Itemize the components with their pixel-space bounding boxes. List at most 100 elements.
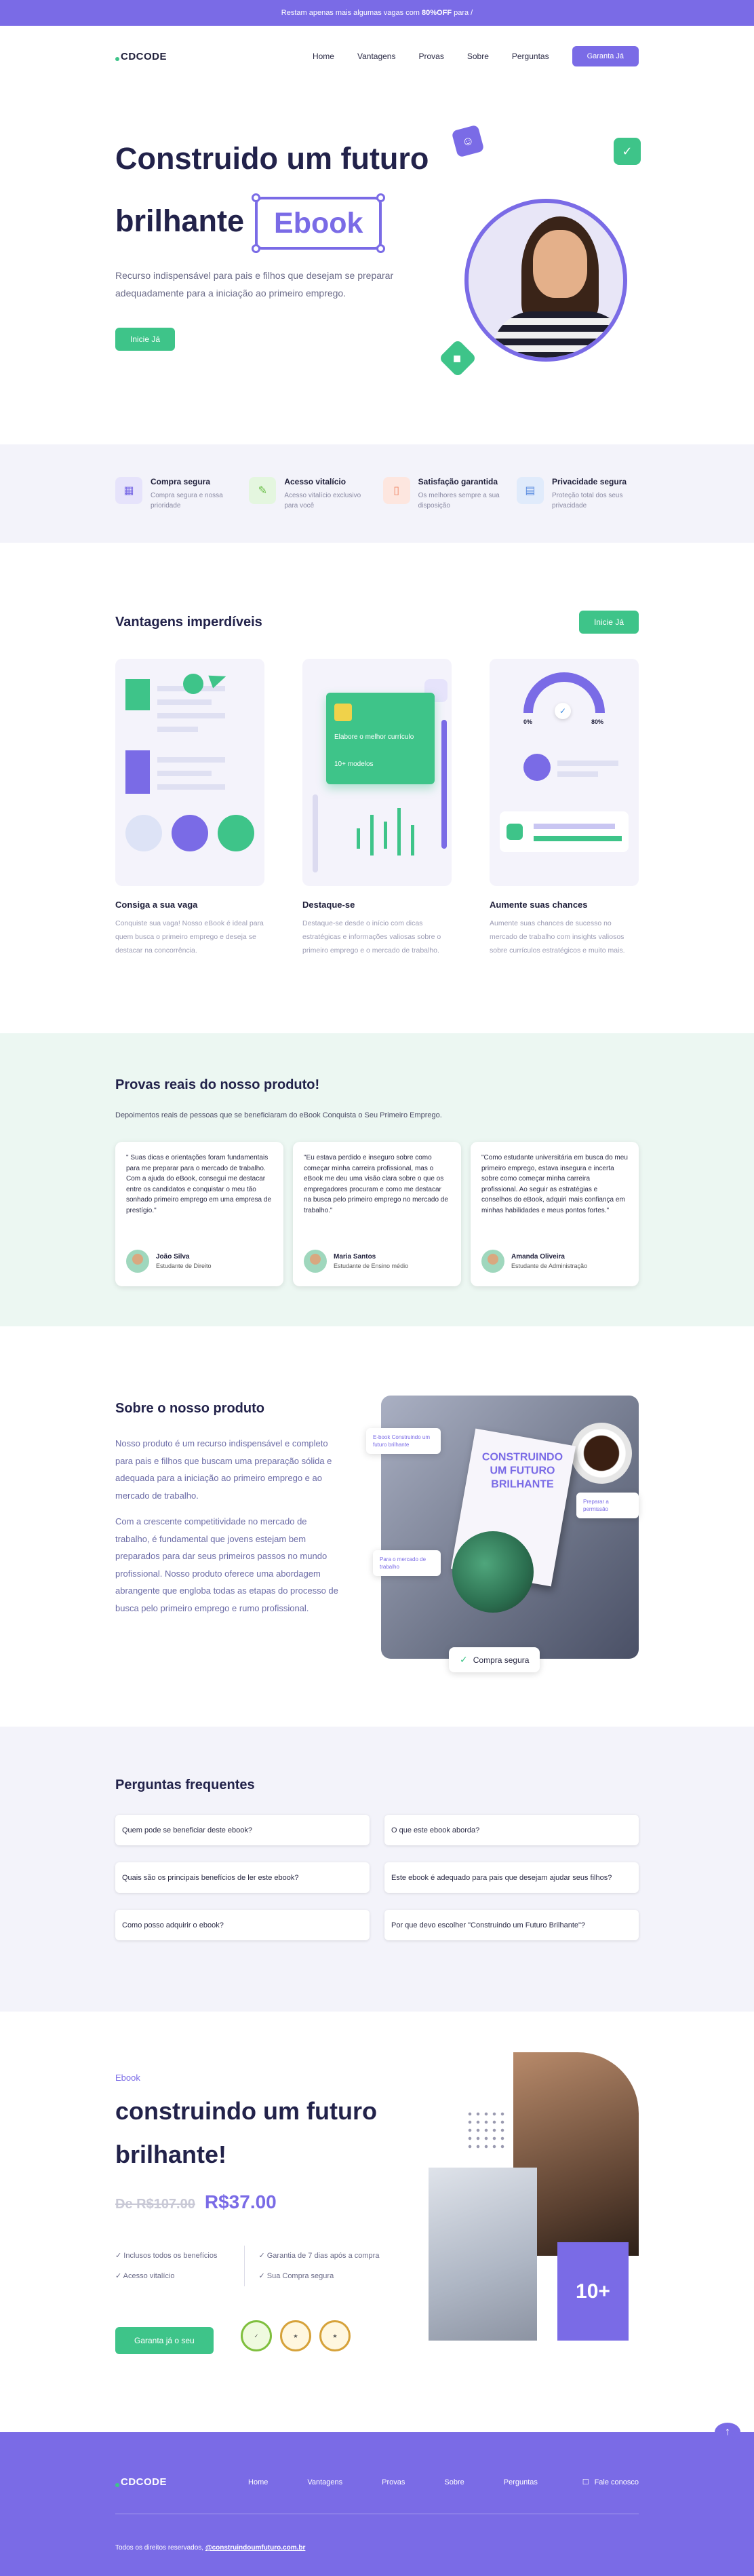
perk-item: ✓ Inclusos todos os benefícios (115, 2252, 218, 2260)
advantage-card: ✓ 0% 80% Aumente suas chances Aumente su… (490, 659, 639, 957)
faq-item[interactable]: Este ebook é adequado para pais que dese… (384, 1862, 639, 1893)
old-price: De R$107.00 (115, 2197, 195, 2212)
document-icon: ▯ (382, 476, 410, 504)
globe (452, 1531, 534, 1613)
nav-cta-button[interactable]: Garanta Já (572, 46, 639, 66)
advantage-illustration-1 (115, 659, 264, 886)
avatar (481, 1250, 504, 1273)
testimonials-title: Provas reais do nosso produto! (115, 1077, 320, 1092)
office-photo (429, 2168, 537, 2341)
feature-compra-segura: ▦ Compra segura Compra segura e nossa pri… (115, 476, 237, 511)
avatar (304, 1250, 327, 1273)
avatar (126, 1250, 149, 1273)
advantages-title: Vantagens imperdíveis (115, 614, 262, 630)
testimonials-section: Provas reais do nosso produto! Depoiment… (0, 1033, 754, 1326)
ten-plus-badge: 10+ (557, 2242, 629, 2341)
faq-item[interactable]: O que este ebook aborda? (384, 1815, 639, 1845)
faq-item[interactable]: Por que devo escolher "Construindo um Fu… (384, 1910, 639, 1940)
nav-perguntas[interactable]: Perguntas (512, 52, 549, 61)
price: De R$107.00 R$37.00 (115, 2191, 277, 2213)
about-section: Sobre o nosso produto Nosso produto é um… (115, 1326, 639, 1727)
testimonial-name: João Silva (156, 1253, 190, 1261)
testimonial-name: Maria Santos (334, 1253, 376, 1261)
testimonial-quote: "Eu estava perdido e inseguro sobre como… (304, 1154, 448, 1214)
testimonial-quote: " Suas dicas e orientações foram fundame… (126, 1154, 271, 1214)
scroll-top-icon[interactable]: ↑ (715, 2423, 740, 2442)
faq-item[interactable]: Quais são os principais benefícios de le… (115, 1862, 370, 1893)
perk-item: ✓ Garantia de 7 dias após a compra (258, 2252, 380, 2260)
footer-site-link[interactable]: @construindoumfuturo.com.br (205, 2544, 306, 2552)
footer-nav-home[interactable]: Home (248, 2478, 268, 2486)
secure-seal-icon: ★ (319, 2320, 351, 2351)
copyright: Todos os direitos reservados, @construin… (115, 2544, 306, 2552)
advantage-title: Destaque-se (302, 900, 355, 910)
nav-provas[interactable]: Provas (418, 52, 443, 61)
hero-image: ☺ ✓ ◆ (438, 124, 641, 399)
testimonial-quote: "Como estudante universitária em busca d… (481, 1154, 628, 1214)
hero-description: Recurso indispensável para pais e filhos… (115, 270, 394, 299)
testimonial-card: "Como estudante universitária em busca d… (471, 1142, 639, 1286)
chip-preparar: Preparar a permissão (576, 1493, 639, 1518)
advantage-title: Aumente suas chances (490, 900, 588, 910)
cta-buy-button[interactable]: Garanta já o seu (115, 2327, 214, 2354)
cta-images: 10+ (429, 2052, 639, 2344)
footer-nav-provas[interactable]: Provas (382, 2478, 405, 2486)
testimonial-card: "Eu estava perdido e inseguro sobre como… (293, 1142, 461, 1286)
testimonial-name: Amanda Oliveira (511, 1253, 565, 1261)
tag-icon: ✎ (249, 476, 277, 504)
perks-list: ✓ Inclusos todos os benefícios ✓ Acesso v… (115, 2246, 393, 2286)
testimonials-subtitle: Depoimentos reais de pessoas que se bene… (115, 1111, 442, 1119)
footer-nav-sobre[interactable]: Sobre (444, 2478, 464, 2486)
main-menu: Home Vantagens Provas Sobre Perguntas Ga… (313, 46, 639, 66)
logo[interactable]: CDCODE (115, 51, 167, 62)
advantage-desc: Aumente suas chances de sucesso no merca… (490, 919, 625, 955)
testimonial-card: " Suas dicas e orientações foram fundame… (115, 1142, 283, 1286)
about-title: Sobre o nosso produto (115, 1401, 264, 1416)
faq-item[interactable]: Como posso adquirir o ebook? (115, 1910, 370, 1940)
perk-item: ✓ Sua Compra segura (258, 2272, 334, 2280)
logo-dot (115, 2482, 119, 2487)
feature-acesso-vitalicio: ✎ Acesso vitalício Acesso vitalício exclu… (249, 476, 371, 511)
contact-link[interactable]: ☐ Fale conosco (582, 2478, 639, 2487)
trust-seals: ✓ ★ ★ (241, 2320, 351, 2351)
coffee-cup (571, 1423, 632, 1484)
like-icon: ☺ (451, 124, 485, 158)
navbar: CDCODE Home Vantagens Provas Sobre Pergu… (115, 26, 639, 87)
advantages-start-button[interactable]: Inicie Já (578, 611, 639, 634)
footer-nav-vantagens[interactable]: Vantagens (307, 2478, 342, 2486)
perk-item: ✓ Acesso vitalício (115, 2272, 175, 2280)
curriculo-label: Elabore o melhor currículo (334, 733, 414, 741)
feature-privacidade: ▤ Privacidade segura Proteção total dos s… (516, 476, 639, 511)
new-price: R$37.00 (204, 2191, 277, 2212)
nav-sobre[interactable]: Sobre (467, 52, 489, 61)
footer-logo[interactable]: CDCODE (115, 2476, 167, 2488)
about-paragraph-1: Nosso produto é um recurso indispensável… (115, 1438, 332, 1501)
footer-nav-perguntas[interactable]: Perguntas (504, 2478, 538, 2486)
footer-menu: Home Vantagens Provas Sobre Perguntas (248, 2478, 538, 2486)
faq-section: Perguntas frequentes Quem pode se benefi… (0, 1727, 754, 2012)
advantage-illustration-3: ✓ 0% 80% (490, 659, 639, 886)
hero-section: Construido um futuro brilhante Ebook Recu… (115, 87, 641, 444)
hero-start-button[interactable]: Inicie Já (115, 328, 176, 351)
testimonial-role: Estudante de Direito (156, 1263, 212, 1269)
shield-check-icon: ✓ (460, 1654, 468, 1665)
advantage-card: Elabore o melhor currículo 10+ modelos D… (302, 659, 452, 957)
logo-dot (115, 57, 119, 61)
cta-title: construindo um futuro brilhante! (115, 2097, 377, 2168)
progress-end-label: 80% (591, 718, 604, 725)
modelos-label: 10+ modelos (334, 761, 374, 768)
advantages-section: Vantagens imperdíveis Inicie Já Consiga (115, 543, 639, 1033)
promo-bar: Restam apenas mais algumas vagas com 80%… (0, 0, 754, 26)
advantage-illustration-2: Elabore o melhor currículo 10+ modelos (302, 659, 452, 886)
footer: ↑ CDCODE Home Vantagens Provas Sobre Per… (0, 2423, 754, 2576)
nav-home[interactable]: Home (313, 52, 334, 61)
feature-satisfacao: ▯ Satisfação garantida Os melhores sempre… (382, 476, 505, 511)
testimonial-role: Estudante de Administração (511, 1263, 588, 1269)
hero-title: Construido um futuro brilhante Ebook (115, 128, 429, 254)
chip-mercado: Para o mercado de trabalho (373, 1550, 441, 1576)
cta-section: Ebook construindo um futuro brilhante! D… (115, 2012, 639, 2432)
advantage-card: Consiga a sua vaga Conquiste sua vaga! N… (115, 659, 264, 957)
quality-seal-icon: ★ (280, 2320, 311, 2351)
nav-vantagens[interactable]: Vantagens (357, 52, 396, 61)
faq-item[interactable]: Quem pode se beneficiar deste ebook? (115, 1815, 370, 1845)
